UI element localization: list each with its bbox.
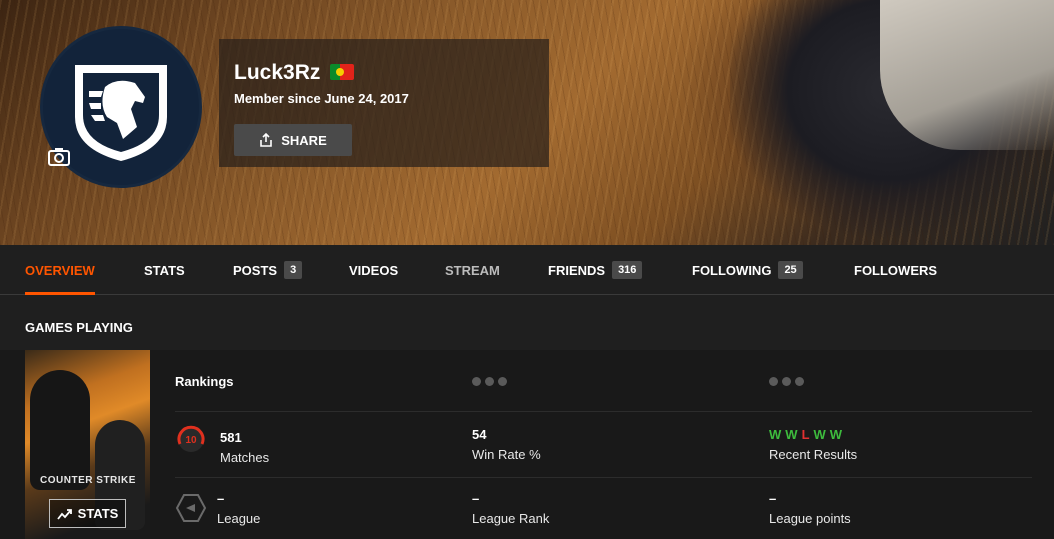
tab-label: FRIENDS bbox=[548, 262, 606, 278]
tab-label: FOLLOWERS bbox=[854, 262, 938, 278]
result-win: W bbox=[829, 427, 843, 442]
league-rank-value: – bbox=[472, 491, 480, 506]
tab-label: OVERVIEW bbox=[25, 262, 95, 278]
share-icon bbox=[260, 133, 273, 147]
friends-count-badge: 316 bbox=[612, 261, 643, 279]
game-stats-button[interactable]: STATS bbox=[49, 499, 126, 528]
row-divider bbox=[175, 411, 1032, 412]
profile-tabs: OVERVIEW STATS POSTS 3 VIDEOS STREAM FRI… bbox=[0, 245, 1054, 295]
matches-label: Matches bbox=[220, 450, 270, 465]
more-menu-icon[interactable] bbox=[769, 377, 804, 386]
tab-friends[interactable]: FRIENDS 316 bbox=[548, 245, 643, 295]
trend-chart-icon bbox=[56, 508, 72, 520]
profile-info-box: Luck3Rz Member since June 24, 2017 SHARE bbox=[219, 39, 549, 167]
league-value: – bbox=[217, 491, 225, 506]
league-points-value: – bbox=[769, 491, 777, 506]
share-label: SHARE bbox=[281, 132, 327, 148]
member-since: Member since June 24, 2017 bbox=[234, 91, 409, 106]
cover-soldier bbox=[30, 370, 90, 490]
game-logo-text: COUNTER STRIKE bbox=[40, 475, 136, 486]
row-divider bbox=[175, 477, 1032, 478]
share-button[interactable]: SHARE bbox=[234, 124, 352, 156]
csgo-cover-image[interactable]: COUNTER STRIKE STATS bbox=[25, 350, 150, 539]
tab-following[interactable]: FOLLOWING 25 bbox=[692, 245, 803, 295]
result-win: W bbox=[813, 427, 826, 442]
matches-value: 581 bbox=[220, 430, 242, 445]
games-playing-title: GAMES PLAYING bbox=[25, 320, 133, 335]
tab-label: STATS bbox=[144, 262, 185, 278]
username: Luck3Rz bbox=[234, 61, 321, 84]
tab-stream[interactable]: STREAM bbox=[445, 245, 500, 295]
more-menu-icon[interactable] bbox=[472, 377, 507, 386]
result-loss: L bbox=[801, 427, 810, 442]
recent-results: W W L W W bbox=[769, 427, 842, 442]
skill-level-icon: 10 bbox=[177, 425, 205, 452]
result-win: W bbox=[785, 427, 798, 442]
camera-icon[interactable] bbox=[48, 146, 70, 166]
league-rank-label: League Rank bbox=[472, 511, 550, 526]
tab-label: POSTS bbox=[233, 262, 278, 278]
tab-stats[interactable]: STATS bbox=[144, 245, 185, 295]
tab-label: STREAM bbox=[445, 262, 500, 278]
team-liquid-horse-logo bbox=[75, 65, 167, 161]
stats-label: STATS bbox=[77, 506, 119, 521]
tab-videos[interactable]: VIDEOS bbox=[349, 245, 398, 295]
tab-overview[interactable]: OVERVIEW bbox=[25, 245, 95, 295]
league-label: League bbox=[217, 511, 261, 526]
tab-label: FOLLOWING bbox=[692, 262, 772, 278]
recent-results-label: Recent Results bbox=[769, 447, 858, 462]
league-icon bbox=[175, 494, 207, 522]
win-rate-value: 54 bbox=[472, 427, 487, 442]
country-flag-icon bbox=[330, 64, 354, 80]
tab-posts[interactable]: POSTS 3 bbox=[233, 245, 303, 295]
banner-cloth bbox=[880, 0, 1054, 150]
rankings-label: Rankings bbox=[175, 374, 234, 389]
posts-count-badge: 3 bbox=[284, 261, 303, 279]
win-rate-label: Win Rate % bbox=[472, 447, 541, 462]
league-points-label: League points bbox=[769, 511, 851, 526]
tab-label: VIDEOS bbox=[349, 262, 399, 278]
skill-level-value: 10 bbox=[185, 435, 197, 446]
following-count-badge: 25 bbox=[778, 261, 803, 279]
result-win: W bbox=[769, 427, 782, 442]
tab-followers[interactable]: FOLLOWERS bbox=[854, 245, 937, 295]
